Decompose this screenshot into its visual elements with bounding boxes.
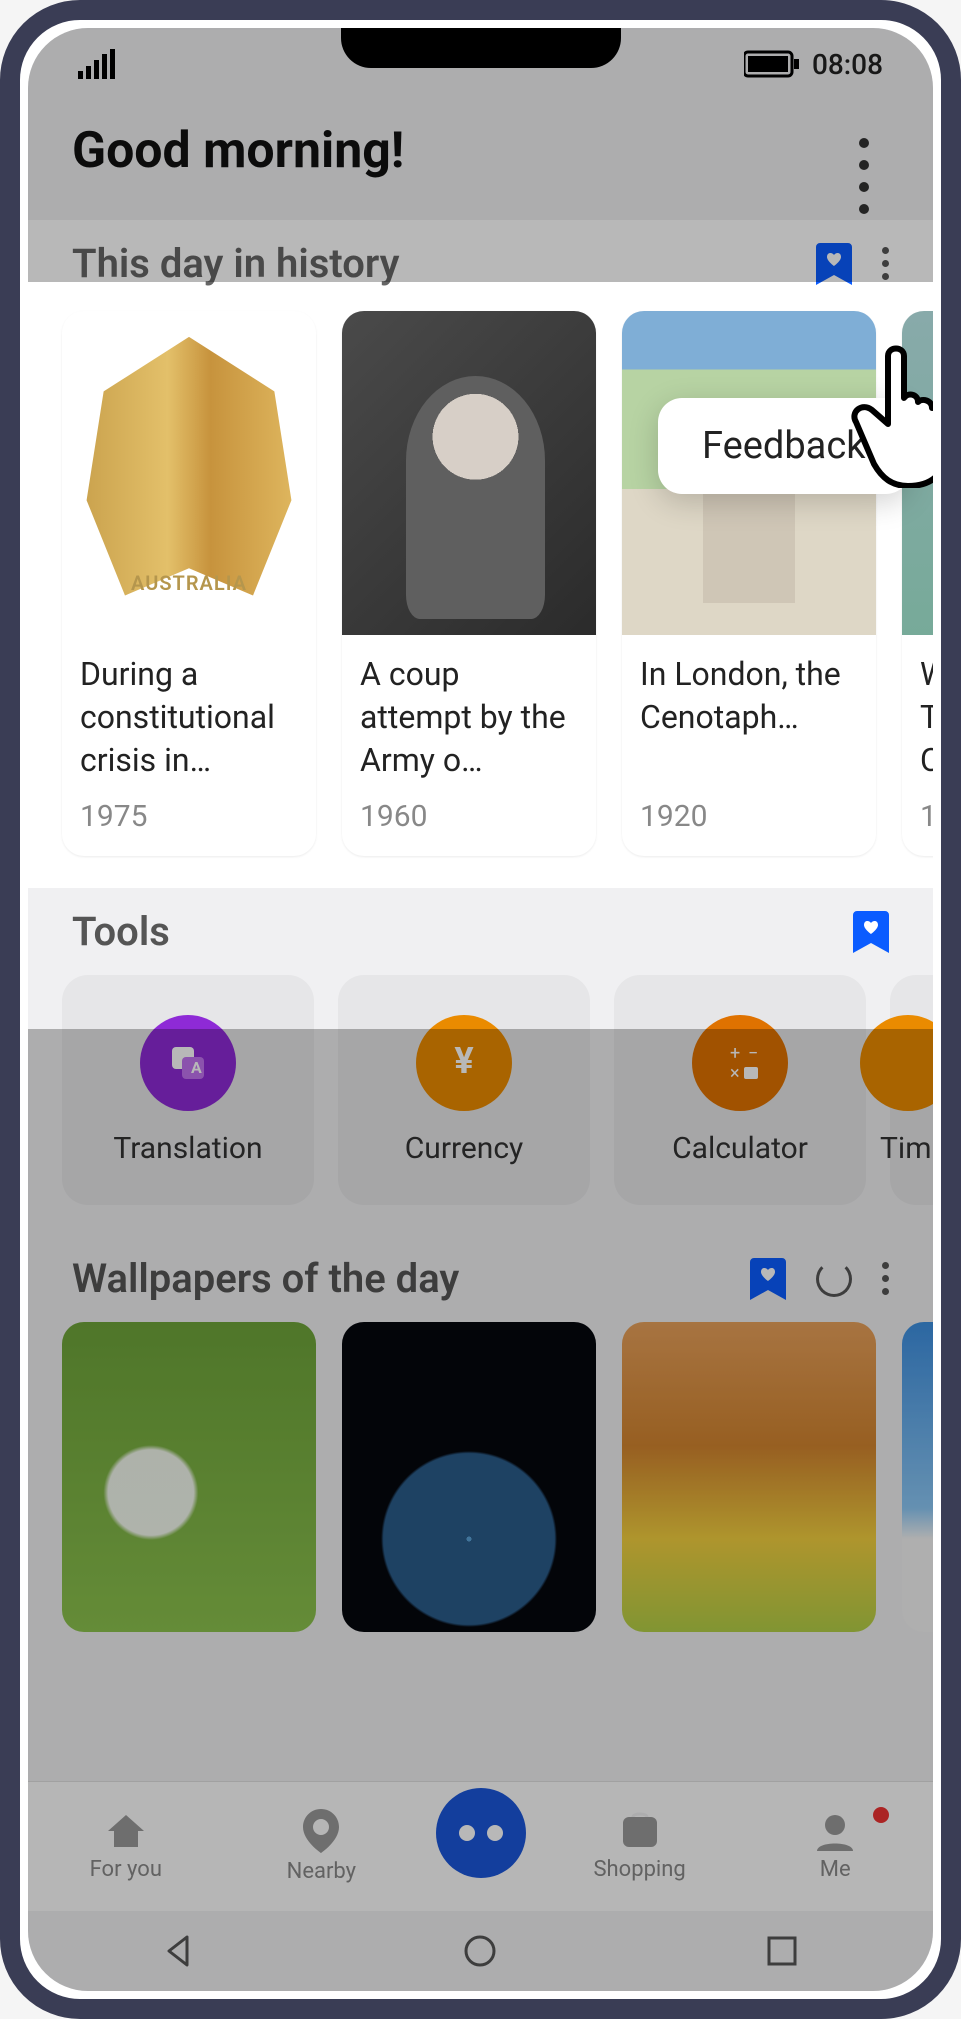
tools-title: Tools	[72, 908, 170, 955]
tool-time[interactable]: Tim	[890, 975, 933, 1205]
time-icon	[860, 1015, 933, 1111]
wallpapers-row[interactable]	[28, 1316, 933, 1672]
battery-icon	[744, 50, 800, 78]
wallpaper-card[interactable]	[902, 1322, 933, 1632]
history-card-year: 1920	[640, 799, 858, 834]
menu-grid-icon[interactable]	[855, 134, 889, 168]
tools-row[interactable]: A Translation ¥ Currency +−× Calculator	[28, 969, 933, 1235]
wallpaper-card[interactable]	[342, 1322, 596, 1632]
bookmark-heart-icon[interactable]	[816, 243, 852, 285]
tab-label: Me	[820, 1857, 851, 1882]
currency-icon: ¥	[416, 1015, 512, 1111]
tool-calculator[interactable]: +−× Calculator	[614, 975, 866, 1205]
bookmark-heart-icon[interactable]	[750, 1258, 786, 1300]
phone-screen: 08:08 Good morning! This day in history	[28, 28, 933, 1991]
greeting-header: Good morning!	[28, 98, 933, 220]
history-card-title: During a constitutional crisis in…	[80, 653, 298, 785]
back-button[interactable]	[157, 1929, 201, 1973]
history-card-title: A coup attempt by the Army o…	[360, 653, 578, 785]
history-card-title: W Tl C	[920, 653, 933, 785]
history-card[interactable]: During a constitutional crisis in… 1975	[62, 311, 316, 856]
history-card[interactable]: In London, the Cenotaph… 1920	[622, 311, 876, 856]
history-card-image	[62, 311, 316, 635]
phone-notch	[341, 28, 621, 68]
shopping-bag-icon	[619, 1811, 661, 1851]
tab-shopping[interactable]: Shopping	[558, 1811, 721, 1882]
refresh-icon[interactable]	[816, 1261, 852, 1297]
tab-me[interactable]: Me	[754, 1811, 917, 1882]
tab-label: Shopping	[593, 1857, 685, 1882]
calculator-icon: +−×	[692, 1015, 788, 1111]
wallpaper-card[interactable]	[622, 1322, 876, 1632]
bottom-tab-bar: For you Nearby Shopping Me	[28, 1781, 933, 1911]
system-nav-bar	[28, 1911, 933, 1991]
svg-text:A: A	[191, 1058, 202, 1077]
history-card[interactable]: A coup attempt by the Army o… 1960	[342, 311, 596, 856]
home-icon	[104, 1811, 148, 1851]
history-card-year: 1960	[360, 799, 578, 834]
wallpaper-card[interactable]	[62, 1322, 316, 1632]
tool-translation[interactable]: A Translation	[62, 975, 314, 1205]
tool-currency[interactable]: ¥ Currency	[338, 975, 590, 1205]
history-card-year: 18	[920, 799, 933, 834]
history-card-image	[342, 311, 596, 635]
translation-icon: A	[140, 1015, 236, 1111]
svg-text:+: +	[730, 1043, 740, 1064]
bookmark-heart-icon[interactable]	[853, 911, 889, 953]
history-section: This day in history During a constitutio…	[28, 220, 933, 888]
history-card-year: 1975	[80, 799, 298, 834]
tool-label: Calculator	[672, 1131, 808, 1166]
tab-label: For you	[90, 1857, 162, 1882]
tools-header: Tools	[28, 888, 933, 969]
signal-icon	[78, 49, 118, 79]
history-carousel[interactable]: During a constitutional crisis in… 1975 …	[28, 301, 933, 862]
notification-dot-icon	[873, 1807, 889, 1823]
wallpapers-header: Wallpapers of the day	[28, 1235, 933, 1316]
tool-label: Tim	[880, 1131, 932, 1166]
home-button[interactable]	[458, 1929, 502, 1973]
location-icon	[303, 1809, 339, 1853]
history-card-title: In London, the Cenotaph…	[640, 653, 858, 785]
history-more-icon[interactable]	[882, 247, 889, 280]
feedback-label: Feedback	[702, 424, 866, 468]
svg-text:¥: ¥	[454, 1040, 474, 1082]
tool-label: Currency	[405, 1131, 524, 1166]
greeting-title: Good morning!	[72, 122, 404, 180]
tab-label: Nearby	[287, 1859, 356, 1884]
wallpapers-more-icon[interactable]	[882, 1262, 889, 1295]
phone-frame: 08:08 Good morning! This day in history	[0, 0, 961, 2019]
recent-button[interactable]	[760, 1929, 804, 1973]
history-title: This day in history	[72, 240, 399, 287]
tab-center-button[interactable]	[436, 1788, 526, 1878]
tab-nearby[interactable]: Nearby	[240, 1809, 403, 1884]
svg-text:×: ×	[730, 1063, 740, 1084]
hand-pointer-icon	[848, 338, 933, 492]
wallpapers-title: Wallpapers of the day	[72, 1255, 459, 1302]
user-icon	[815, 1811, 855, 1851]
tab-for-you[interactable]: For you	[44, 1811, 207, 1882]
status-time: 08:08	[812, 48, 883, 81]
tool-label: Translation	[113, 1131, 262, 1166]
svg-text:−: −	[748, 1043, 758, 1064]
app-panel: 08:08 Good morning! This day in history	[28, 28, 933, 1991]
